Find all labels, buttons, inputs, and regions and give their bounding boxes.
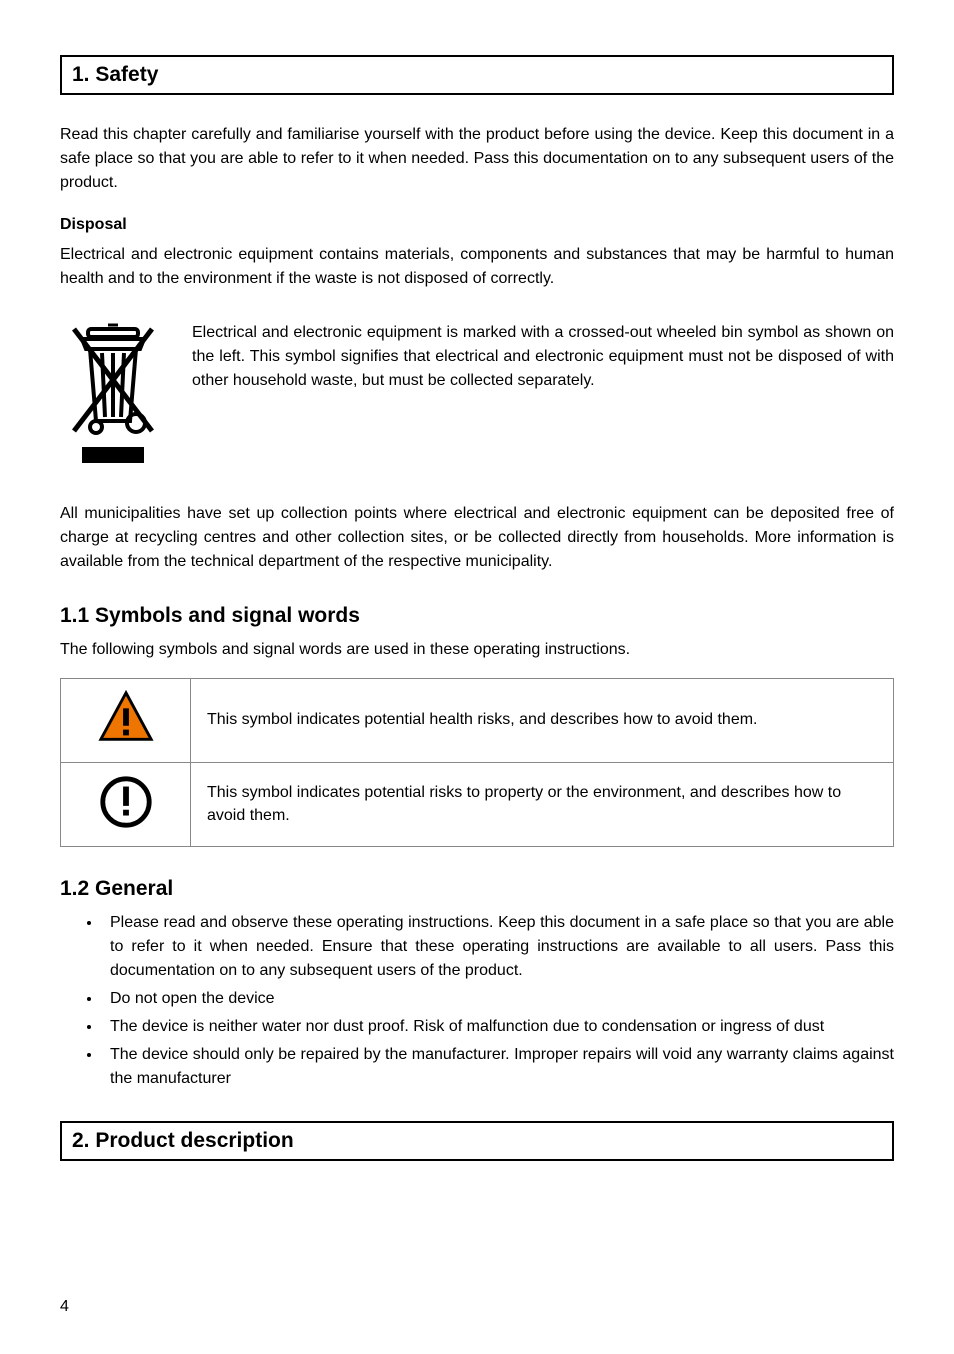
- general-subsection-heading: 1.2 General: [60, 877, 894, 901]
- disposal-text-block: Electrical and electronic equipment is m…: [192, 321, 894, 476]
- disposal-heading: Disposal: [60, 213, 894, 237]
- table-row: This symbol indicates potential health r…: [61, 679, 894, 763]
- section-2-heading: 2. Product description: [60, 1121, 894, 1161]
- section-1-title: 1. Safety: [72, 63, 158, 86]
- disposal-paragraph-1: Electrical and electronic equipment cont…: [60, 243, 894, 291]
- intro-paragraph: Read this chapter carefully and familiar…: [60, 123, 894, 195]
- attention-circle-icon: [61, 763, 191, 847]
- list-item: Please read and observe these operating …: [102, 911, 894, 983]
- disposal-icon-text-block: Electrical and electronic equipment is m…: [60, 321, 894, 476]
- weee-bin-icon: [60, 321, 170, 476]
- symbols-subsection-heading: 1.1 Symbols and signal words: [60, 604, 894, 628]
- warning-triangle-icon: [61, 679, 191, 763]
- disposal-paragraph-2: Electrical and electronic equipment is m…: [192, 321, 894, 393]
- symbols-intro-text: The following symbols and signal words a…: [60, 638, 894, 662]
- section-2-title: 2. Product description: [72, 1129, 294, 1152]
- list-item: Do not open the device: [102, 987, 894, 1011]
- page-number: 4: [60, 1298, 69, 1316]
- list-item: The device is neither water nor dust pro…: [102, 1015, 894, 1039]
- symbols-table: This symbol indicates potential health r…: [60, 678, 894, 847]
- section-1-heading: 1. Safety: [60, 55, 894, 95]
- attention-description: This symbol indicates potential risks to…: [191, 763, 894, 847]
- general-list: Please read and observe these operating …: [102, 911, 894, 1091]
- warning-description: This symbol indicates potential health r…: [191, 679, 894, 763]
- disposal-paragraph-3: All municipalities have set up collectio…: [60, 502, 894, 574]
- table-row: This symbol indicates potential risks to…: [61, 763, 894, 847]
- list-item: The device should only be repaired by th…: [102, 1043, 894, 1091]
